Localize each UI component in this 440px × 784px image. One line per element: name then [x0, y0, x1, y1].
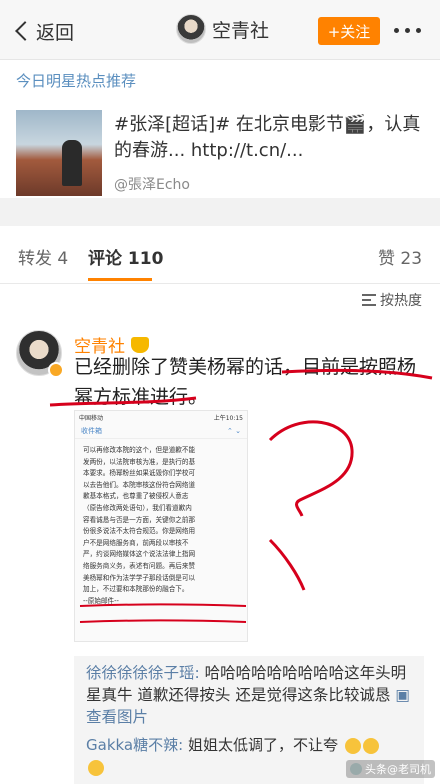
view-image-label: 查看图片 — [86, 708, 149, 726]
follow-button[interactable]: +关注 — [318, 17, 380, 45]
screenshot-arrows-icon: ⌃ ⌄ — [227, 426, 241, 435]
screenshot-nav: 收件箱 ⌃ ⌄ — [75, 423, 247, 439]
back-button[interactable]: 返回 — [10, 15, 74, 47]
emoji-icon — [362, 737, 379, 754]
back-label: 返回 — [36, 21, 75, 44]
sort-icon — [362, 294, 376, 306]
screenshot-inbox-label: 收件箱 — [81, 426, 102, 435]
verified-badge-icon — [48, 362, 64, 378]
avatar — [176, 14, 206, 44]
sort-label: 按热度 — [380, 293, 422, 309]
crown-icon — [131, 336, 149, 353]
reply-author[interactable]: 徐徐徐徐徐子瑶: — [86, 664, 200, 682]
tab-comment[interactable]: 评论 110 — [88, 244, 163, 269]
more-icon[interactable] — [394, 28, 421, 33]
comment-text: 已经删除了赞美杨幂的话，目前是按照杨幂方标准进行。 — [74, 356, 417, 408]
recommend-title: 今日明星热点推荐 — [16, 72, 137, 90]
tab-bar: 转发 4 评论 110 赞 23 — [0, 226, 440, 284]
divider — [0, 198, 440, 226]
recommend-post-text: #张泽[超话]# 在北京电影节🎬，认真的春游... http://t.cn/..… — [114, 114, 421, 161]
screenshot-carrier: 中国移动 — [79, 415, 104, 422]
screenshot-status-bar: 中国移动 上午10:15 — [75, 411, 247, 423]
watermark-icon — [350, 763, 362, 775]
emoji-icon — [344, 737, 361, 754]
page-title: 空青社 — [212, 19, 270, 42]
tab-repost[interactable]: 转发 4 — [18, 244, 68, 269]
tab-active-indicator — [88, 278, 152, 281]
reply-text: 姐姐太低调了，不让夸 — [183, 736, 338, 754]
screenshot-time: 上午10:15 — [213, 415, 243, 422]
chevron-left-icon — [15, 21, 35, 41]
recommend-thumbnail[interactable] — [16, 110, 102, 196]
sort-toggle[interactable]: 按热度 — [362, 290, 422, 310]
watermark: 头条@老司机 — [346, 760, 435, 778]
tab-like[interactable]: 赞 23 — [378, 244, 422, 269]
reply-item: 徐徐徐徐徐子瑶: 哈哈哈哈哈哈哈哈哈这年头明星真牛 道歉还得按头 还是觉得这条比… — [86, 662, 416, 728]
recommend-handle: @張泽Echo — [114, 177, 190, 193]
recommend-card[interactable]: 今日明星热点推荐 #张泽[超话]# 在北京电影节🎬，认真的春游... http:… — [0, 60, 440, 198]
reply-author[interactable]: Gakka糖不辣: — [86, 736, 183, 754]
emoji-icon — [88, 759, 104, 776]
top-bar: 返回 空青社 +关注 — [0, 0, 440, 60]
screenshot-email-body: 可以再修改本院的这个，但是道歉不能 发两份，以法院审核为准，是执行的基 本要求。… — [83, 446, 196, 605]
comment-image[interactable]: 中国移动 上午10:15 收件箱 ⌃ ⌄ 可以再修改本院的这个，但是道歉不能 发… — [74, 410, 248, 642]
watermark-text: 头条@老司机 — [365, 763, 431, 776]
account-title[interactable]: 空青社 — [176, 14, 269, 44]
